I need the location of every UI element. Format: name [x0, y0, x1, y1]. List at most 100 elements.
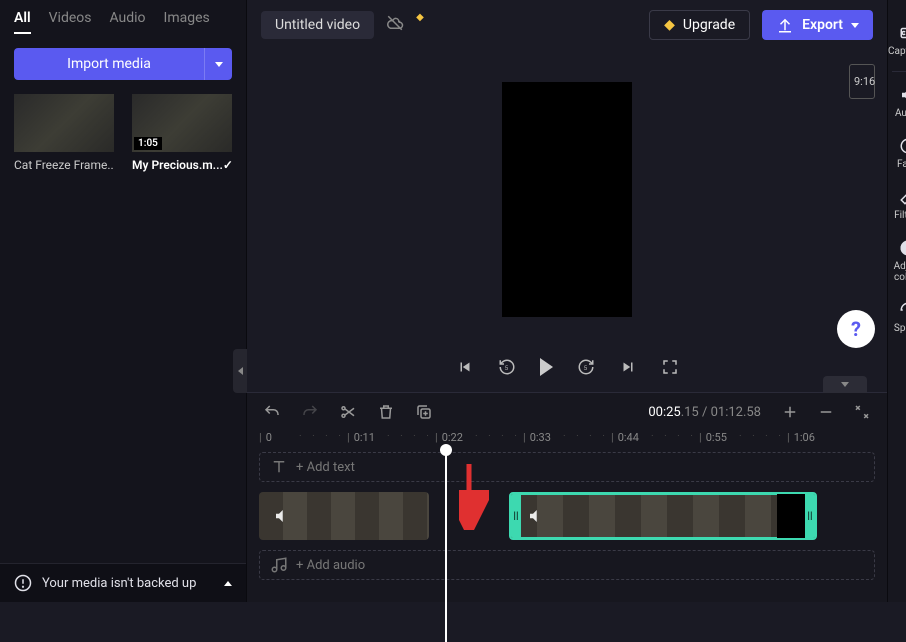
add-audio-label: + Add audio: [296, 558, 365, 573]
chevron-down-icon: [851, 23, 859, 28]
media-grid: Cat Freeze Frame.... 1:05 My Precious.m.…: [0, 90, 246, 176]
rail-label: Adjust colors: [888, 261, 906, 283]
project-title-input[interactable]: Untitled video: [261, 11, 374, 39]
media-name-text: My Precious.m...: [132, 158, 223, 172]
aspect-ratio-button[interactable]: 9:16: [849, 64, 875, 99]
media-item[interactable]: 1:05 My Precious.m... ✓: [132, 94, 232, 172]
backup-text: Your media isn't backed up: [42, 576, 196, 591]
upgrade-button[interactable]: ◆ Upgrade: [649, 10, 750, 40]
skip-start-icon[interactable]: [456, 358, 474, 376]
filters-button[interactable]: Filters: [888, 182, 906, 227]
chevron-down-icon: [841, 382, 849, 387]
duplicate-button[interactable]: [415, 403, 433, 421]
center-panel: Untitled video ◆ ◆ Upgrade Export 9:16 ?…: [247, 0, 887, 602]
playhead[interactable]: [445, 450, 447, 642]
timeline-toolbar: 00:25.15 / 01:12.58: [247, 393, 887, 431]
diamond-icon: ◆: [664, 17, 675, 33]
volume-icon[interactable]: [273, 507, 291, 525]
media-item[interactable]: Cat Freeze Frame....: [14, 94, 114, 172]
export-button[interactable]: Export: [762, 10, 873, 40]
play-button[interactable]: [540, 358, 553, 376]
chevron-down-icon: [215, 62, 223, 67]
svg-text:5: 5: [583, 365, 587, 372]
volume-icon[interactable]: [527, 507, 545, 525]
tick-label: 0:44: [618, 431, 639, 444]
checkmark-icon: ✓: [223, 158, 232, 172]
rail-label: Fade: [897, 159, 906, 170]
adjust-colors-button[interactable]: Adjust colors: [888, 233, 906, 289]
zoom-in-button[interactable]: [781, 403, 799, 421]
skip-end-icon[interactable]: [619, 358, 637, 376]
media-name: My Precious.m... ✓: [132, 158, 232, 172]
import-media-dropdown[interactable]: [204, 48, 232, 80]
media-thumbnail: [14, 94, 114, 152]
audio-button[interactable]: Audio: [888, 80, 906, 125]
diamond-indicator-icon: ◆: [416, 12, 424, 23]
captions-button[interactable]: Captions: [888, 18, 906, 63]
contrast-icon: [899, 239, 906, 257]
tick-label: 1:06: [794, 431, 815, 444]
timeline: 00:25.15 / 01:12.58 0· · · · 0:11· · · ·…: [247, 392, 887, 602]
tick-label: 0:33: [530, 431, 551, 444]
import-media-button[interactable]: Import media: [14, 48, 204, 80]
tab-all[interactable]: All: [14, 10, 31, 34]
properties-rail: Captions Audio Fade Filters Adjust color…: [887, 0, 906, 602]
zoom-fit-button[interactable]: [853, 403, 871, 421]
magic-wand-icon: [899, 188, 906, 206]
media-thumbnail: 1:05: [132, 94, 232, 152]
media-tabs: All Videos Audio Images: [0, 0, 246, 38]
timecode-total: 01:12: [711, 405, 743, 420]
fade-button[interactable]: Fade: [888, 131, 906, 176]
preview-frame[interactable]: [502, 82, 632, 317]
chevron-up-icon: [224, 581, 232, 586]
video-clip[interactable]: [259, 492, 429, 540]
clip-trim-left-handle[interactable]: ||: [511, 494, 521, 538]
fade-icon: [899, 137, 906, 155]
delete-button[interactable]: [377, 403, 395, 421]
export-label: Export: [802, 17, 843, 33]
captions-icon: [899, 24, 906, 42]
split-button[interactable]: [339, 403, 357, 421]
panel-expand-handle[interactable]: [823, 376, 867, 393]
timecode-current: 00:25: [648, 405, 680, 420]
tick-label: 0:22: [442, 431, 463, 444]
audio-track-slot[interactable]: + Add audio: [259, 550, 875, 580]
timecode: 00:25.15 / 01:12.58: [648, 405, 761, 420]
upload-icon: [776, 16, 794, 34]
text-track-slot[interactable]: + Add text: [259, 452, 875, 482]
fullscreen-icon[interactable]: [661, 358, 679, 376]
speed-button[interactable]: Speed: [888, 295, 906, 340]
timecode-total-frac: .58: [743, 405, 761, 420]
gauge-icon: [899, 301, 906, 319]
svg-text:5: 5: [504, 365, 508, 372]
timeline-tracks: + Add text My Precious.mp4 || ||: [247, 450, 887, 602]
timecode-current-frac: .15: [681, 405, 699, 420]
tab-images[interactable]: Images: [164, 10, 210, 34]
video-clip-selected[interactable]: My Precious.mp4 || ||: [509, 492, 817, 540]
forward-5-icon[interactable]: 5: [577, 358, 595, 376]
tick-label: 0:11: [354, 431, 375, 444]
timeline-ruler[interactable]: 0· · · · 0:11· · · · 0:22· · · · 0:33· ·…: [247, 431, 887, 450]
playback-controls: 5 5: [247, 348, 887, 392]
clip-trim-right-handle[interactable]: ||: [805, 494, 815, 538]
rail-label: Captions: [888, 46, 906, 57]
help-button[interactable]: ?: [837, 310, 875, 348]
clip-empty-region: [777, 494, 805, 538]
tick-label: 0: [266, 431, 272, 444]
media-sidebar: All Videos Audio Images Import media Cat…: [0, 0, 247, 602]
backup-bar[interactable]: Your media isn't backed up: [0, 563, 246, 602]
undo-button[interactable]: [263, 403, 281, 421]
collapse-left-handle[interactable]: [233, 349, 247, 393]
rail-label: Speed: [894, 323, 906, 334]
media-name: Cat Freeze Frame....: [14, 158, 114, 172]
zoom-out-button[interactable]: [817, 403, 835, 421]
rewind-5-icon[interactable]: 5: [498, 358, 516, 376]
redo-button[interactable]: [301, 403, 319, 421]
video-track[interactable]: My Precious.mp4 || ||: [259, 492, 875, 540]
cloud-off-icon[interactable]: [386, 14, 404, 36]
tab-videos[interactable]: Videos: [49, 10, 92, 34]
add-text-label: + Add text: [296, 460, 355, 475]
tab-audio[interactable]: Audio: [109, 10, 145, 34]
duration-badge: 1:05: [134, 137, 162, 150]
speaker-icon: [899, 86, 906, 104]
